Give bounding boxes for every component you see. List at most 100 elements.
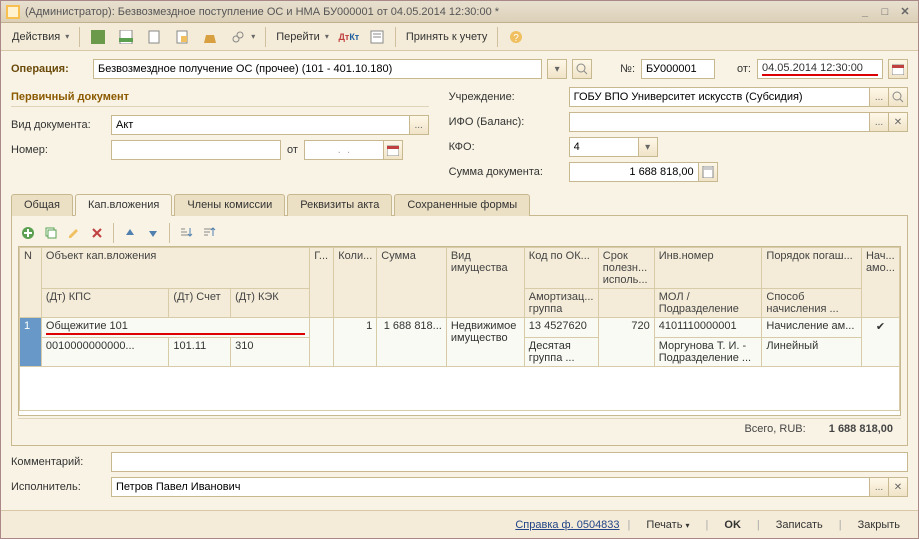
grid-delete[interactable] — [87, 223, 107, 243]
performer-clear[interactable]: ✕ — [888, 477, 908, 497]
performer-field[interactable] — [111, 477, 870, 497]
link-icon — [230, 29, 246, 45]
from-label-top: от: — [737, 63, 751, 75]
col-schet[interactable]: (Дт) Счет — [169, 289, 231, 318]
actions-menu[interactable]: Действия▾ — [7, 26, 74, 48]
number-date-field[interactable] — [304, 140, 384, 160]
tool-icon-1[interactable] — [85, 26, 111, 48]
ifo-clear[interactable]: ✕ — [888, 112, 908, 132]
save-button[interactable]: Записать — [768, 517, 831, 533]
tool-icon-6[interactable]: ▾ — [225, 26, 260, 48]
col-kod[interactable]: Код по ОК... — [524, 248, 598, 289]
tool-icon-4[interactable] — [169, 26, 195, 48]
goto-menu[interactable]: Перейти▾ — [271, 26, 334, 48]
operation-select[interactable] — [93, 59, 542, 79]
dk-icon: ДтКт — [341, 29, 357, 45]
sum-calc[interactable] — [698, 162, 718, 182]
tool-icon-8[interactable] — [364, 26, 390, 48]
col-g[interactable]: Г... — [310, 248, 334, 318]
grid-add[interactable] — [18, 223, 38, 243]
doctype-lookup[interactable]: ... — [409, 115, 429, 135]
number-from-label: от — [287, 144, 298, 156]
col-inv[interactable]: Инв.номер — [654, 248, 762, 289]
col-sposob[interactable]: Способ начисления ... — [762, 289, 862, 318]
col-kek[interactable]: (Дт) КЭК — [231, 289, 310, 318]
tool-icon-5[interactable] — [197, 26, 223, 48]
org-lookup[interactable]: ... — [869, 87, 889, 107]
window-title: (Администратор): Безвозмездное поступлен… — [25, 6, 854, 18]
col-amort[interactable]: Амортизац... группа — [524, 289, 598, 318]
tab-investments[interactable]: Кап.вложения — [75, 194, 172, 216]
ifo-label: ИФО (Баланс): — [449, 116, 569, 128]
maximize-button[interactable]: □ — [876, 4, 894, 20]
comment-field[interactable] — [111, 452, 908, 472]
org-label: Учреждение: — [449, 91, 569, 103]
doc-number-field[interactable] — [641, 59, 715, 79]
col-obj[interactable]: Объект кап.вложения — [41, 248, 309, 289]
tab-act[interactable]: Реквизиты акта — [287, 194, 392, 216]
close-button[interactable]: Закрыть — [850, 517, 908, 533]
col-sum[interactable]: Сумма — [377, 248, 447, 318]
footer-reference[interactable]: Справка ф. 0504833 — [515, 519, 619, 531]
doc-icon — [118, 29, 134, 45]
number-label-top: №: — [620, 63, 635, 75]
col-por[interactable]: Порядок погаш... — [762, 248, 862, 289]
kfo-dropdown[interactable]: ▾ — [638, 137, 658, 157]
sum-field[interactable] — [569, 162, 699, 182]
doc3-icon — [174, 29, 190, 45]
doc-date-field[interactable]: 04.05.2014 12:30:00 — [757, 59, 883, 79]
kfo-label: КФО: — [449, 141, 569, 153]
tool-icon-7[interactable]: ДтКт — [336, 26, 362, 48]
performer-lookup[interactable]: ... — [869, 477, 889, 497]
doctype-label: Вид документа: — [11, 119, 111, 131]
close-window-button[interactable]: ✕ — [896, 4, 914, 20]
sum-label: Сумма документа: — [449, 166, 569, 178]
col-vid[interactable]: Вид имущества — [446, 248, 524, 318]
performer-label: Исполнитель: — [11, 481, 111, 493]
number-field[interactable] — [111, 140, 281, 160]
app-icon — [5, 4, 21, 20]
minimize-button[interactable]: _ — [856, 4, 874, 20]
tool-icon-3[interactable] — [141, 26, 167, 48]
col-srok[interactable]: Срок полезн... исполь... — [598, 248, 654, 289]
save-icon — [90, 29, 106, 45]
footer: Справка ф. 0504833 | Печать ▾ | OK | Зап… — [1, 510, 918, 538]
help-button[interactable]: ? — [503, 26, 529, 48]
doctype-field[interactable] — [111, 115, 410, 135]
col-kps[interactable]: (Дт) КПС — [41, 289, 169, 318]
comment-label: Комментарий: — [11, 456, 111, 468]
ifo-lookup[interactable]: ... — [869, 112, 889, 132]
tab-general[interactable]: Общая — [11, 194, 73, 216]
col-nach[interactable]: Нач... амо... — [861, 248, 899, 318]
date-picker-button[interactable] — [888, 59, 908, 79]
grid-copy[interactable] — [41, 223, 61, 243]
org-open[interactable] — [888, 87, 908, 107]
tabs: Общая Кап.вложения Члены комиссии Реквиз… — [11, 193, 908, 216]
tool-icon-2[interactable] — [113, 26, 139, 48]
grid[interactable]: N Объект кап.вложения Г... Коли... Сумма… — [18, 246, 901, 416]
col-mol[interactable]: МОЛ / Подразделение — [654, 289, 762, 318]
tab-forms[interactable]: Сохраненные формы — [394, 194, 530, 216]
col-kol[interactable]: Коли... — [334, 248, 377, 318]
bag-icon — [202, 29, 218, 45]
print-button[interactable]: Печать ▾ — [638, 517, 697, 533]
tab-pane-investments: N Объект кап.вложения Г... Коли... Сумма… — [11, 216, 908, 446]
ifo-field[interactable] — [569, 112, 870, 132]
number-date-picker[interactable] — [383, 140, 403, 160]
operation-dropdown-button[interactable]: ▾ — [547, 59, 567, 79]
table-row[interactable]: 1 Общежитие 101 1 1 688 818... Недвижимо… — [20, 318, 900, 338]
totals: Всего, RUB: 1 688 818,00 — [18, 418, 901, 439]
ok-button[interactable]: OK — [716, 517, 749, 533]
operation-label: Операция: — [11, 63, 87, 75]
col-n[interactable]: N — [20, 248, 42, 318]
grid-down[interactable] — [143, 223, 163, 243]
org-field[interactable] — [569, 87, 870, 107]
operation-lookup-button[interactable] — [572, 59, 592, 79]
tab-commission[interactable]: Члены комиссии — [174, 194, 285, 216]
grid-edit[interactable] — [64, 223, 84, 243]
grid-up[interactable] — [120, 223, 140, 243]
accept-button[interactable]: Принять к учету — [401, 26, 493, 48]
grid-sort-desc[interactable] — [199, 223, 219, 243]
kfo-field[interactable] — [569, 137, 639, 157]
grid-sort-asc[interactable] — [176, 223, 196, 243]
